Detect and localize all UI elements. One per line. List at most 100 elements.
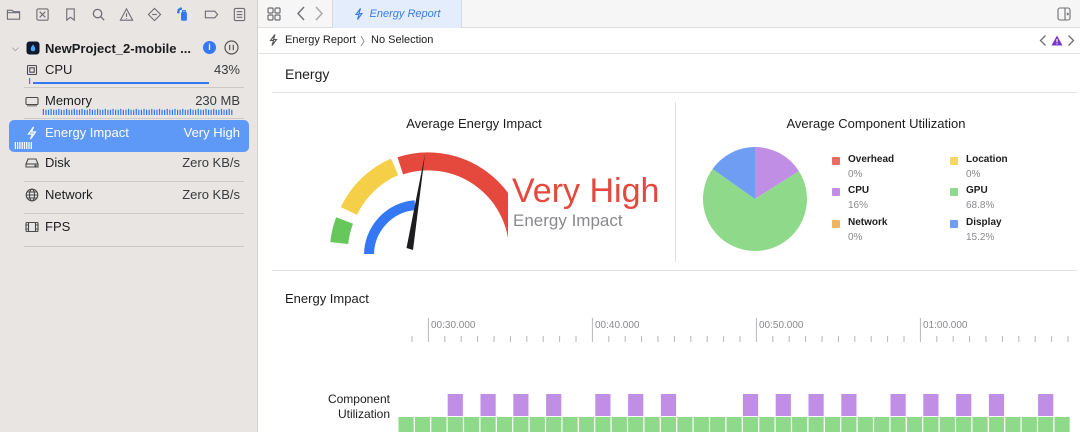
memory-spark-bar: [76, 109, 78, 115]
cpu-utilization-block: [546, 394, 562, 416]
lightning-bolt-icon: [27, 126, 37, 140]
gpu-utilization-block: [660, 417, 677, 432]
memory-spark-bar: [99, 109, 101, 115]
add-editor-icon[interactable]: [1057, 7, 1071, 21]
xcode-close-square-icon[interactable]: [32, 4, 52, 24]
gauge-row-network[interactable]: Network Zero KB/s: [9, 182, 249, 211]
project-name: NewProject_2-mobile ...: [45, 40, 191, 56]
memory-spark-bar: [213, 108, 215, 115]
memory-spark-bar: [102, 109, 104, 115]
gpu-utilization-block: [841, 417, 857, 432]
jump-bar: Energy Report 〉 No Selection: [258, 28, 1080, 54]
memory-spark-bar: [112, 108, 114, 115]
cpu-utilization-block: [660, 394, 677, 416]
memory-spark-bar: [68, 109, 70, 115]
memory-spark-bar: [192, 109, 194, 115]
warning-triangle-icon[interactable]: [117, 4, 137, 24]
gpu-utilization-block: [578, 417, 595, 432]
process-info-icon[interactable]: i: [203, 41, 216, 54]
gauge-row-cpu[interactable]: CPU 43%: [9, 57, 249, 86]
forward-chevron-icon[interactable]: [313, 5, 325, 22]
memory-spark-bar: [127, 108, 130, 115]
cpu-chip-icon: [26, 64, 38, 76]
tab-energy-report[interactable]: Energy Report: [332, 0, 462, 28]
gauge-label: Energy Impact: [45, 125, 129, 140]
previous-issue-chevron-icon[interactable]: [1039, 34, 1047, 47]
memory-spark-bar: [195, 109, 197, 115]
legend-swatch-network: [832, 220, 840, 228]
memory-spark-bar: [45, 109, 47, 115]
memory-spark-bar: [55, 109, 57, 115]
memory-spark-bar: [133, 109, 135, 115]
gpu-utilization-block: [496, 417, 513, 432]
memory-card-icon: [25, 96, 39, 107]
gauge-row-fps[interactable]: FPS: [9, 214, 249, 243]
legend-name: Overhead: [848, 154, 895, 165]
gauge-row-memory[interactable]: Memory 230 MB: [9, 88, 249, 117]
pause-process-icon[interactable]: [224, 40, 239, 55]
memory-spark-bar: [89, 108, 91, 115]
memory-spark-bar: [58, 108, 60, 115]
legend-name: GPU: [966, 185, 988, 196]
energy-status-subtitle: Energy Impact: [513, 211, 623, 230]
memory-spark-bar: [42, 108, 44, 115]
debug-spray-icon[interactable]: [173, 4, 193, 24]
legend-name: Location: [966, 154, 1008, 165]
cpu-utilization-block: [595, 394, 611, 416]
memory-spark-bar: [231, 109, 233, 115]
memory-spark-bar: [53, 109, 55, 115]
memory-spark-bar: [122, 109, 124, 115]
legend-value: 0%: [848, 169, 863, 180]
gpu-utilization-block: [628, 417, 644, 432]
lightning-bolt-icon: [269, 34, 278, 46]
search-icon[interactable]: [89, 4, 109, 24]
memory-spark-bar: [71, 109, 73, 115]
issue-warning-icon[interactable]: [1051, 35, 1063, 46]
back-chevron-icon[interactable]: [295, 5, 307, 22]
energy-spark-bar: [23, 142, 26, 149]
project-process-row[interactable]: ⌵ NewProject_2-mobile ... i: [12, 38, 252, 58]
component-utilization-lane[interactable]: [398, 394, 1080, 432]
gpu-utilization-block: [710, 417, 726, 432]
legend-display: Display 15.2%: [950, 217, 1060, 243]
memory-spark-bar: [104, 108, 106, 115]
timeline-tick-label: 01:00.000: [923, 320, 968, 331]
bookmark-icon[interactable]: [60, 4, 80, 24]
energy-impact-gauge: [330, 152, 508, 254]
breakpoint-icon[interactable]: [202, 4, 222, 24]
related-items-grid-icon[interactable]: [266, 6, 282, 22]
gauge-label: CPU: [45, 62, 73, 77]
disclosure-chevron-icon[interactable]: ⌵: [12, 43, 24, 54]
gauge-arc-yellow: [340, 158, 399, 216]
memory-spark-bar: [50, 108, 52, 115]
energy-sparkline: [14, 142, 32, 149]
gpu-utilization-block: [1021, 417, 1037, 432]
energy-spark-bar: [30, 142, 32, 149]
gauge-row-energy-impact[interactable]: Energy Impact Very High: [9, 120, 249, 152]
gpu-utilization-block: [792, 417, 808, 432]
navigator-toolbar: [0, 0, 258, 28]
gpu-utilization-block: [644, 417, 660, 432]
test-diamond-icon[interactable]: [145, 4, 165, 24]
legend-location: Location 0%: [950, 154, 1060, 180]
debug-navigator: ⌵ NewProject_2-mobile ... i CPU 43% Memo…: [0, 0, 258, 432]
gpu-utilization-block: [693, 417, 709, 432]
breadcrumb-energy-report[interactable]: Energy Report: [285, 34, 356, 46]
report-list-icon[interactable]: [230, 4, 250, 24]
next-issue-chevron-icon[interactable]: [1067, 34, 1075, 47]
energy-spark-bar: [28, 142, 30, 149]
memory-spark-bar: [125, 109, 127, 115]
gauge-row-disk[interactable]: Disk Zero KB/s: [9, 150, 249, 179]
memory-spark-bar: [223, 109, 225, 115]
gpu-utilization-block: [529, 417, 545, 432]
memory-spark-bar: [73, 108, 75, 115]
energy-spark-bar: [19, 142, 21, 149]
average-component-utilization-title: Average Component Utilization: [786, 116, 966, 131]
memory-spark-bar: [130, 109, 132, 115]
breadcrumb-no-selection[interactable]: No Selection: [371, 34, 433, 46]
timeline-tick-label: 00:40.000: [595, 320, 640, 331]
memory-spark-bar: [187, 109, 189, 115]
memory-spark-bar: [120, 108, 122, 115]
folder-icon[interactable]: [4, 4, 24, 24]
memory-spark-bar: [166, 108, 168, 115]
